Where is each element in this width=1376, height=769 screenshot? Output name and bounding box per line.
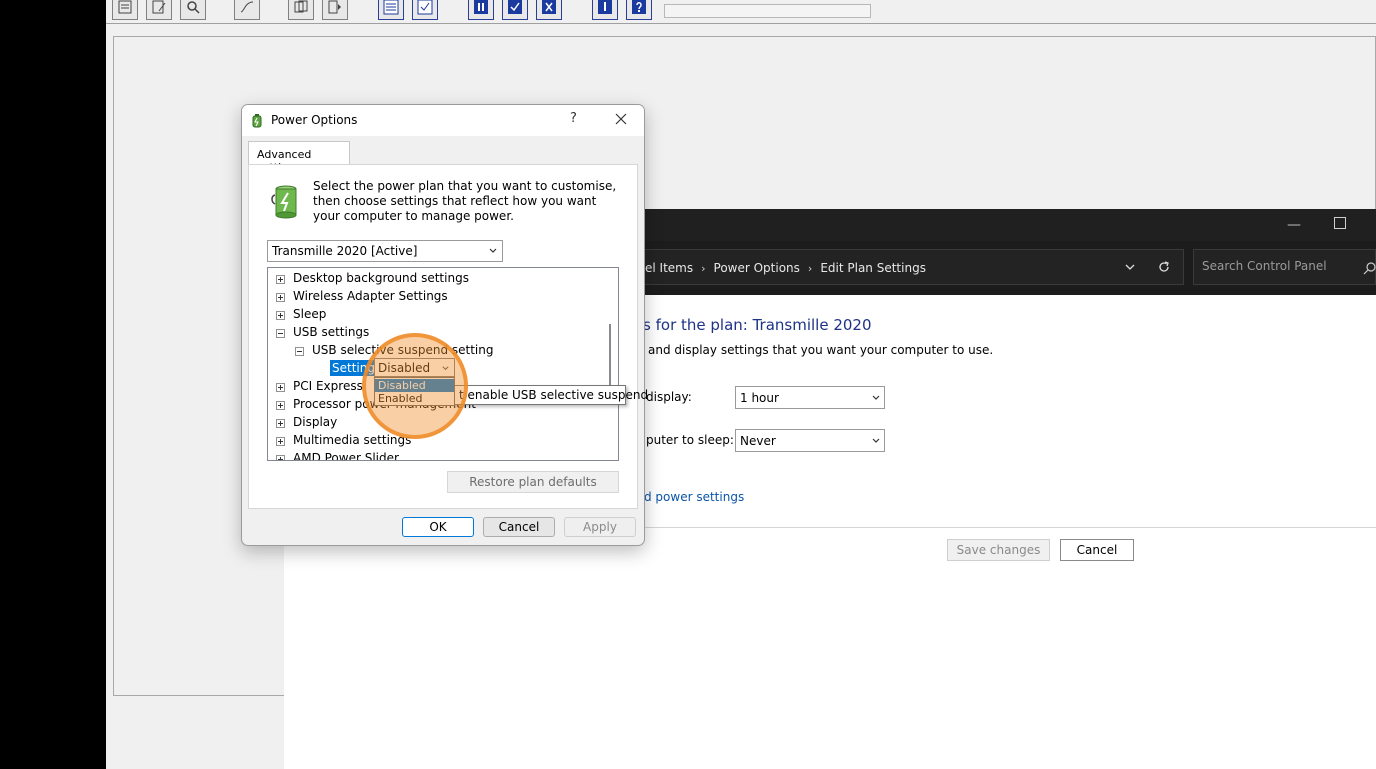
curve-icon[interactable] [234, 0, 260, 20]
chevron-down-icon [872, 438, 880, 443]
breadcrumb: el Items › Power Options › Edit Plan Set… [645, 250, 926, 286]
tree-item-label: Wireless Adapter Settings [293, 289, 448, 303]
chevron-down-icon [442, 366, 449, 371]
plan-select-value: Transmille 2020 [Active] [272, 244, 418, 258]
plan-select[interactable]: Transmille 2020 [Active] [267, 240, 503, 262]
tree-item-label: Multimedia settings [293, 433, 412, 447]
expand-icon[interactable] [276, 437, 285, 446]
pause-icon[interactable] [468, 0, 494, 20]
ok-button[interactable]: OK [402, 517, 474, 537]
toolbar-field[interactable] [664, 4, 871, 18]
checklist-icon[interactable] [412, 0, 438, 20]
expand-icon[interactable] [276, 383, 285, 392]
close-x-icon[interactable] [536, 0, 562, 20]
tree-item-label: USB selective suspend setting [312, 343, 494, 357]
breadcrumb-item[interactable]: Power Options [714, 261, 800, 275]
collapse-icon[interactable] [276, 329, 285, 338]
tree-item-selected[interactable]: Setting [330, 360, 378, 376]
cancel-button[interactable]: Cancel [1060, 539, 1134, 561]
next-page-icon[interactable] [322, 0, 348, 20]
chevron-down-icon[interactable] [1123, 260, 1137, 274]
page-title: ngs for the plan: Transmille 2020 [624, 316, 872, 334]
legacy-toolbar [106, 0, 1376, 24]
refresh-icon[interactable] [1157, 260, 1171, 274]
tree-item-label: Display [293, 415, 338, 429]
setting-options-list: Disabled Enabled [374, 377, 455, 406]
display-off-label: display: [646, 390, 692, 404]
setting-value: Disabled [378, 361, 431, 375]
form-icon[interactable] [112, 0, 138, 20]
chevron-right-icon: › [807, 261, 813, 275]
list-icon[interactable] [378, 0, 404, 20]
tab-advanced-settings[interactable]: Advanced settings [248, 141, 350, 174]
check-icon[interactable] [502, 0, 528, 20]
close-icon[interactable] [614, 112, 628, 126]
option-enabled[interactable]: Enabled [375, 392, 454, 405]
chevron-down-icon [489, 248, 497, 253]
setting-tooltip: t enable USB selective suspend [452, 385, 648, 405]
collapse-icon[interactable] [295, 347, 304, 356]
minimize-icon[interactable]: — [1284, 215, 1304, 235]
edit-form-icon[interactable] [146, 0, 172, 20]
tree-scrollbar[interactable] [602, 268, 618, 460]
advanced-settings-link[interactable]: d power settings [644, 490, 744, 504]
expand-icon[interactable] [276, 275, 285, 284]
help-icon[interactable]: ? [570, 111, 577, 126]
divider [624, 527, 1376, 528]
tree-item-label: Desktop background settings [293, 271, 469, 285]
power-options-icon [252, 114, 262, 128]
search-placeholder: Search Control Panel [1202, 259, 1327, 273]
setting-value-select[interactable]: Disabled [374, 358, 455, 377]
copy-page-icon[interactable] [288, 0, 314, 20]
magnify-icon[interactable] [180, 0, 206, 20]
display-off-value: 1 hour [740, 391, 779, 405]
option-disabled[interactable]: Disabled [375, 379, 454, 392]
tree-item-label: USB settings [293, 325, 370, 339]
info-icon[interactable] [592, 0, 618, 20]
breadcrumb-item[interactable]: Edit Plan Settings [820, 261, 926, 275]
breadcrumb-item[interactable]: el Items [645, 261, 693, 275]
sleep-select[interactable]: Never [735, 429, 885, 452]
tree-item-label: AMD Power Slider [293, 451, 399, 461]
expand-icon[interactable] [276, 293, 285, 302]
expand-icon[interactable] [276, 419, 285, 428]
tree-item-label: PCI Express [293, 379, 363, 393]
advanced-settings-panel: Select the power plan that you want to c… [248, 164, 638, 509]
power-options-dialog: Power Options ? Advanced settings Select… [241, 104, 645, 546]
apply-button[interactable]: Apply [564, 517, 636, 537]
dialog-titlebar: Power Options ? [242, 105, 644, 136]
expand-icon[interactable] [276, 455, 285, 460]
display-off-select[interactable]: 1 hour [735, 386, 885, 409]
expand-icon[interactable] [276, 401, 285, 410]
help-icon[interactable] [626, 0, 652, 20]
sleep-label: puter to sleep: [646, 433, 734, 447]
restore-defaults-button[interactable]: Restore plan defaults [447, 471, 619, 493]
chevron-right-icon: › [701, 261, 706, 275]
page-description: and display settings that you want your … [648, 343, 994, 357]
intro-text: Select the power plan that you want to c… [313, 179, 617, 223]
dialog-title: Power Options [271, 113, 358, 127]
maximize-icon[interactable] [1334, 217, 1346, 229]
tree-item-label: Sleep [293, 307, 327, 321]
search-input[interactable]: Search Control Panel [1193, 249, 1376, 285]
expand-icon[interactable] [276, 311, 285, 320]
search-icon[interactable] [1363, 261, 1376, 275]
sleep-value: Never [740, 434, 776, 448]
battery-plan-icon [271, 185, 297, 219]
cancel-button[interactable]: Cancel [483, 517, 555, 537]
chevron-down-icon [872, 395, 880, 400]
save-changes-button[interactable]: Save changes [947, 539, 1050, 561]
